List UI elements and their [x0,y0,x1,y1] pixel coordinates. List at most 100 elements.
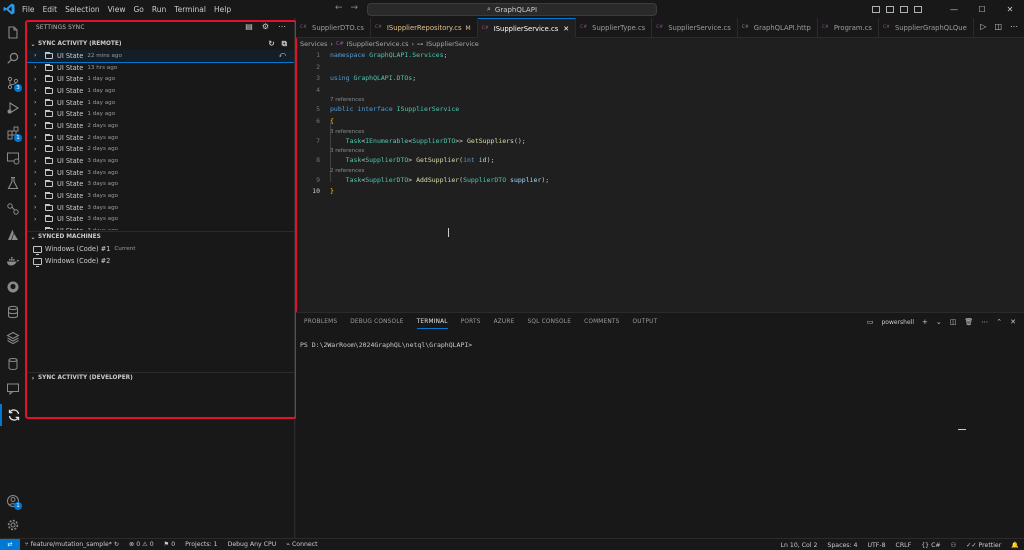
sync-activity-item[interactable]: › UI State 2 days ago [26,120,294,132]
chat-icon[interactable] [0,378,26,400]
terminal-shell-name[interactable]: powershell [881,319,914,326]
settings-gear-icon[interactable]: ⚙ [262,22,269,31]
synced-machine-item[interactable]: Windows (Code) #1 Current [26,243,294,255]
sync-activity-item[interactable]: › UI State 22 mins ago ⤺ [26,50,294,63]
end-of-line[interactable]: CRLF [891,542,917,549]
projects-status[interactable]: Projects: 1 [180,541,222,548]
indentation[interactable]: Spaces: 4 [822,542,862,549]
panel-tab-comments[interactable]: COMMENTS [584,319,619,329]
code-editor[interactable]: 1 namespace GraphQLAPI.Services; 2 3 using G… [296,50,1024,312]
sync-activity-item[interactable]: ›UI State3 days ago [26,167,294,179]
split-editor-icon[interactable]: ◫ [994,22,1002,31]
close-window-button[interactable]: ✕ [996,0,1024,18]
new-terminal-icon[interactable]: + [922,318,928,326]
sync-activity-item[interactable]: › UI State 2 days ago [26,132,294,144]
sync-activity-item[interactable]: ›UI State3 days ago [26,155,294,167]
more-actions-icon[interactable]: ⋯ [278,22,286,31]
toggle-panel-icon[interactable] [886,5,894,13]
accounts-icon[interactable]: 1 [0,490,26,512]
tab-supplierservice-cs[interactable]: SupplierService.cs [652,18,738,38]
sync-activity-item[interactable]: › UI State 2 days ago [26,144,294,156]
connect-status[interactable]: ⌁ Connect [281,541,322,548]
menu-selection[interactable]: Selection [61,5,104,14]
source-control-icon[interactable]: 3 [0,72,26,94]
maximize-button[interactable]: ☐ [968,0,996,18]
sync-activity-item[interactable]: ›UI State3 days ago [26,214,294,226]
kill-terminal-icon[interactable]: 🗑 [964,318,973,326]
breadcrumb-folder[interactable]: Services [300,40,327,48]
copilot-icon[interactable]: ⚇ [946,542,962,549]
branch-status[interactable]: ⑂ feature/mutation_sample* ↻ [20,541,124,548]
tab-isupplierrepository-cs[interactable]: ISupplierRepository.csM [371,18,478,38]
sync-activity-item[interactable]: › UI State 1 day ago [26,73,294,85]
layers-icon[interactable] [0,327,26,349]
remote-indicator-icon[interactable]: ⇄ [0,538,20,550]
show-synced-data-icon[interactable]: ▤ [245,22,253,31]
reset-sync-icon[interactable]: ⤺ [279,51,286,60]
close-panel-icon[interactable]: ✕ [1010,318,1016,326]
codelens-references[interactable]: 2 references [330,168,364,174]
sync-activity-item[interactable]: ›UI State3 days ago [26,225,294,230]
more-actions-icon[interactable]: ⋯ [981,318,988,326]
database-icon[interactable] [0,301,26,323]
menu-help[interactable]: Help [210,5,235,14]
codelens-references[interactable]: 3 references [330,148,364,154]
sync-icon[interactable] [0,404,26,426]
docker-icon[interactable] [0,250,26,272]
codelens-references[interactable]: 7 references [330,97,364,103]
tab-program-cs[interactable]: Program.cs [818,18,879,38]
extensions-icon[interactable]: 1 [0,122,26,144]
synced-machine-item[interactable]: Windows (Code) #2 [26,255,294,267]
toggle-secondary-sidebar-icon[interactable] [900,5,908,13]
codelens-references[interactable]: 3 references [330,129,364,135]
remote-explorer-icon[interactable] [0,147,26,169]
language-mode[interactable]: {} C# [916,542,945,549]
tab-suppliertype-cs[interactable]: SupplierType.cs [576,18,653,38]
sync-activity-item[interactable]: ›UI State3 days ago [26,202,294,214]
terminal-dropdown-icon[interactable]: ⌄ [936,318,942,326]
sync-activity-item[interactable]: › UI State 13 hrs ago [26,62,294,74]
panel-tab-terminal[interactable]: TERMINAL [416,319,448,329]
explorer-icon[interactable] [0,22,26,44]
section-sync-activity-developer[interactable]: › SYNC ACTIVITY (DEVELOPER) [28,372,293,384]
panel-tab-ports[interactable]: PORTS [461,319,481,329]
customize-layout-icon[interactable] [914,5,922,13]
sync-activity-item[interactable]: › UI State 1 day ago [26,97,294,109]
menu-edit[interactable]: Edit [39,5,62,14]
prettier-status[interactable]: ✓✓ Prettier [961,542,1006,549]
sync-activity-item[interactable]: ›UI State3 days ago [26,190,294,202]
panel-tab-azure[interactable]: AZURE [494,319,515,329]
more-actions-icon[interactable]: ⋯ [1010,22,1018,31]
menu-go[interactable]: Go [129,5,147,14]
minimize-button[interactable]: — [940,0,968,18]
close-tab-icon[interactable]: ✕ [563,25,569,33]
panel-tab-output[interactable]: OUTPUT [633,319,658,329]
sync-activity-item[interactable]: › UI State 1 day ago [26,85,294,97]
menu-run[interactable]: Run [148,5,170,14]
run-debug-icon[interactable] [0,97,26,119]
manage-gear-icon[interactable] [0,514,26,536]
problems-status[interactable]: ⊗ 0 ⚠ 0 [124,541,159,548]
forward-arrow-icon[interactable]: → [351,3,359,13]
terminal-prompt[interactable]: PS D:\2WarRoom\2024GraphQL\netql\GraphQL… [300,341,472,349]
sync-activity-item[interactable]: ›UI State3 days ago [26,179,294,191]
azure-icon[interactable] [0,224,26,246]
section-sync-activity-remote[interactable]: ⌄ SYNC ACTIVITY (REMOTE) ↻ ⧉ [28,38,293,50]
refresh-icon[interactable]: ↻ [268,39,274,49]
tab-suppliergraphqlque[interactable]: SupplierGraphQLQue [879,18,974,38]
run-icon[interactable]: ▷ [980,22,986,31]
tab-graphqlapi-http[interactable]: GraphQLAPI.http [738,18,818,38]
github-icon[interactable] [0,276,26,298]
sync-activity-item[interactable]: › UI State 1 day ago [26,108,294,120]
panel-tab-problems[interactable]: PROBLEMS [304,319,337,329]
breadcrumb-symbol[interactable]: ISupplierService [426,40,479,48]
sql-icon[interactable] [0,353,26,375]
testing-icon[interactable] [0,172,26,194]
panel-tab-debug-console[interactable]: DEBUG CONSOLE [350,319,403,329]
sync-changes-icon[interactable]: ↻ [114,541,119,548]
back-arrow-icon[interactable]: ← [335,3,343,13]
tab-isupplierservice-cs[interactable]: ISupplierService.cs ✕ [477,18,577,38]
menu-view[interactable]: View [104,5,130,14]
menu-terminal[interactable]: Terminal [170,5,210,14]
ports-icon[interactable] [0,198,26,220]
